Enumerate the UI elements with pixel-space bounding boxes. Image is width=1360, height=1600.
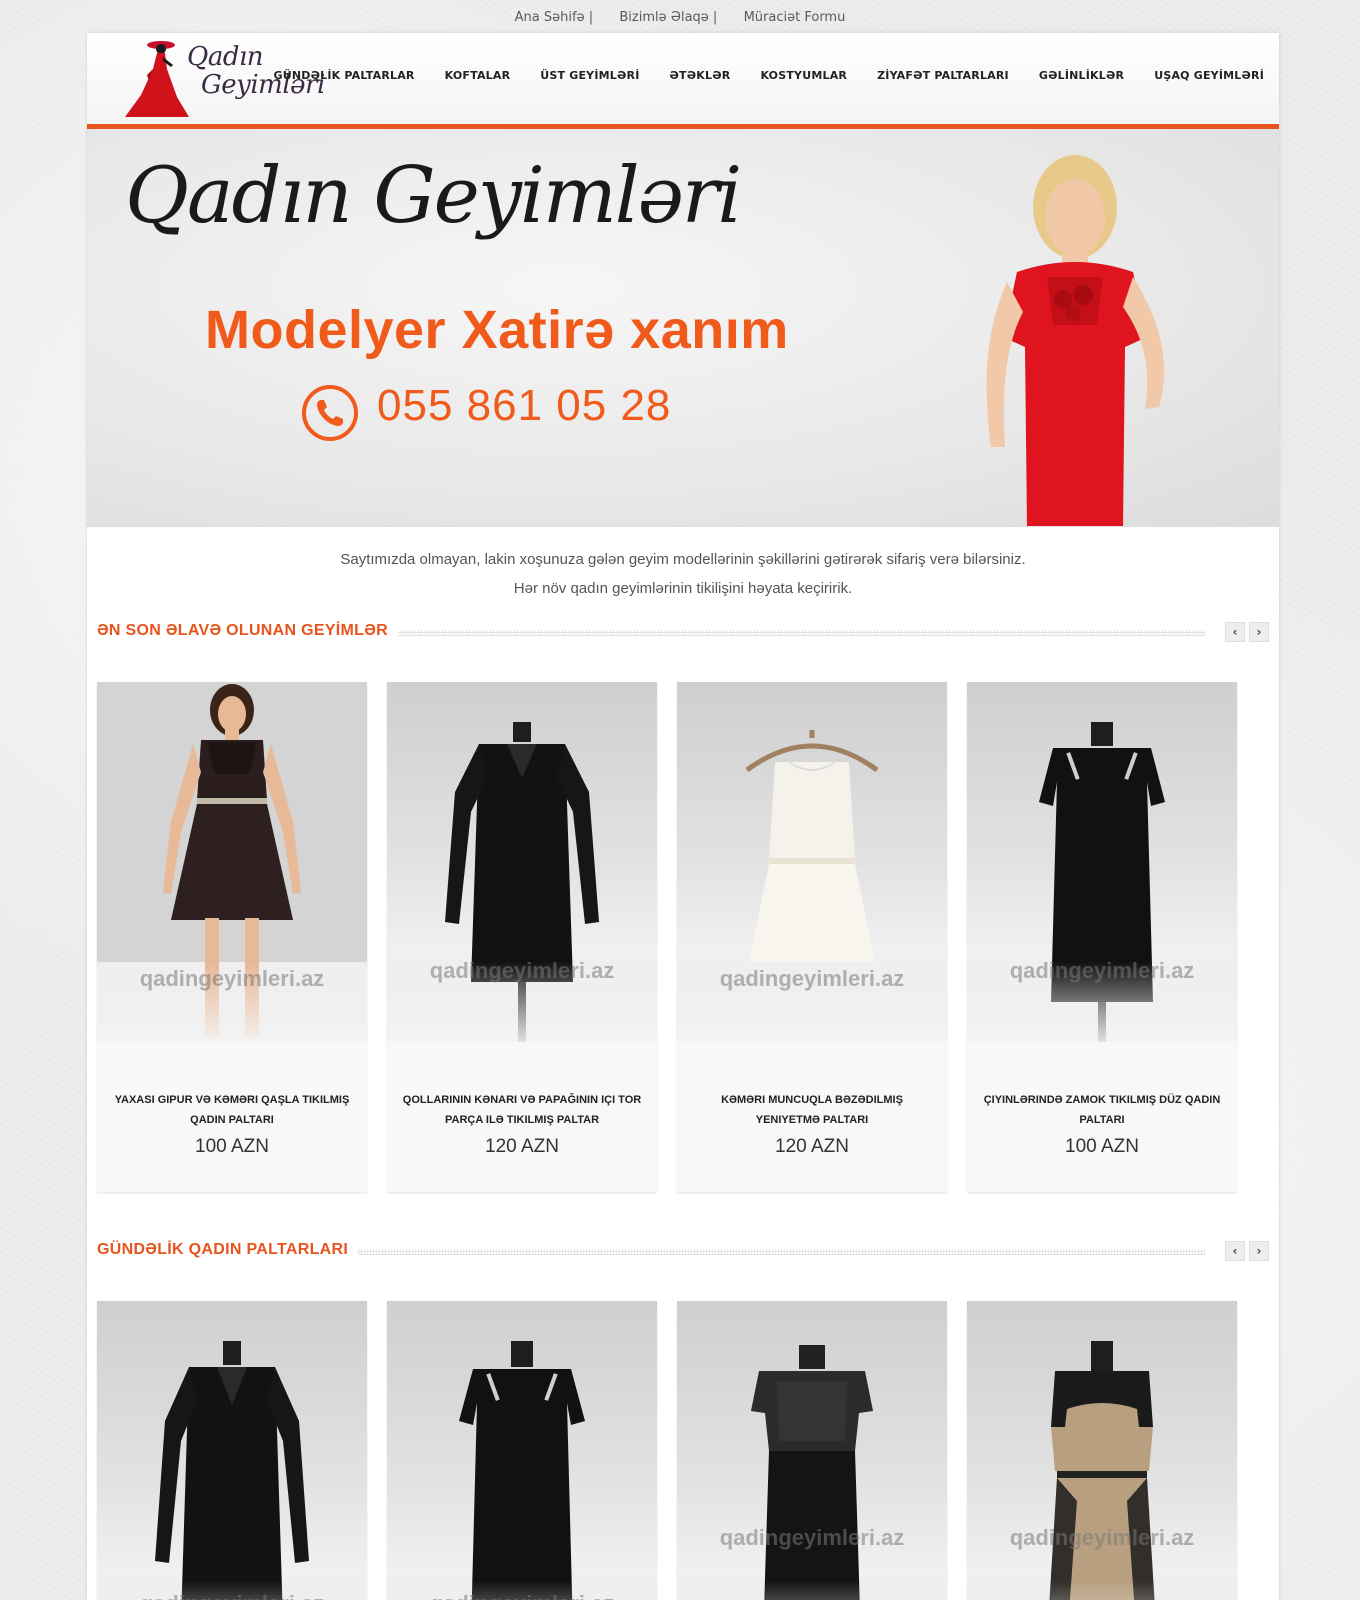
product-card[interactable]: qadingeyimleri.az <box>387 1301 657 1600</box>
product-image[interactable]: qadingeyimleri.az <box>967 682 1237 1042</box>
product-card[interactable]: qadingeyimleri.az <box>97 1301 367 1600</box>
section-header-daily: GÜNDƏLİK QADIN PALTARLARI ‹ › <box>97 1241 1269 1263</box>
product-grid-latest: qadingeyimleri.az YAXASI GIPUR VƏ KƏMƏRI… <box>97 682 1237 1192</box>
nav-item-outerwear[interactable]: ÜST GEYİMLƏRİ <box>525 69 654 89</box>
carousel-prev-button[interactable]: ‹ <box>1225 1241 1245 1261</box>
product-image[interactable]: qadingeyimleri.az <box>97 682 367 1042</box>
watermark: qadingeyimleri.az <box>139 966 325 991</box>
section-title: GÜNDƏLİK QADIN PALTARLARI <box>97 1241 359 1259</box>
carousel-next-button[interactable]: › <box>1249 622 1269 642</box>
application-form-link[interactable]: Müraciət Formu <box>744 10 846 25</box>
nav-item-suits[interactable]: KOSTYUMLAR <box>745 69 862 89</box>
banner-subtitle: Modelyer Xatirə xanım <box>205 300 789 360</box>
hero-banner[interactable]: Qadın Geyimləri Modelyer Xatirə xanım 05… <box>87 129 1279 527</box>
model-photo <box>986 155 1165 526</box>
product-image[interactable]: qadingeyimleri.az <box>387 1301 657 1600</box>
nav-item-skirts[interactable]: ƏTƏKLƏR <box>655 69 746 89</box>
product-image[interactable]: qadingeyimleri.az <box>967 1301 1237 1600</box>
product-image[interactable]: qadingeyimleri.az <box>677 682 947 1042</box>
product-price: 120 AZN <box>485 1136 559 1157</box>
product-card[interactable]: qadingeyimleri.az KƏMƏRI MUNCUQLA BƏZƏDI… <box>677 682 947 1192</box>
product-price: 100 AZN <box>1065 1136 1139 1157</box>
nav-item-kids-clothes[interactable]: UŞAQ GEYİMLƏRİ <box>1139 69 1279 89</box>
banner-phone: 055 861 05 28 <box>377 381 672 430</box>
carousel-prev-button[interactable]: ‹ <box>1225 622 1245 642</box>
section-header-latest: ƏN SON ƏLAVƏ OLUNAN GEYİMLƏR ‹ › <box>97 622 1269 644</box>
product-title[interactable]: QOLLARININ KƏNARI VƏ PAPAĞININ IÇI TOR P… <box>399 1090 645 1130</box>
product-title[interactable]: YAXASI GIPUR VƏ KƏMƏRI QAŞLA TIKILMIŞ QA… <box>109 1090 355 1130</box>
watermark: qadingeyimleri.az <box>97 1591 367 1600</box>
intro-text: Saytımızda olmayan, lakin xoşunuza gələn… <box>340 551 1026 597</box>
product-card[interactable]: qadingeyimleri.az <box>967 1301 1237 1600</box>
page-container: Qadın Geyimləri GÜNDƏLİK PALTARLAR KOFTA… <box>87 33 1279 1600</box>
product-price: 100 AZN <box>195 1136 269 1157</box>
contact-link[interactable]: Bizimlə Əlaqə | <box>619 10 717 25</box>
nav-item-evening-dresses[interactable]: ZİYAFƏT PALTARLARI <box>862 69 1024 89</box>
carousel-arrows: ‹ › <box>1225 622 1269 642</box>
watermark: qadingeyimleri.az <box>719 966 905 991</box>
product-card[interactable]: qadingeyimleri.az YAXASI GIPUR VƏ KƏMƏRI… <box>97 682 367 1192</box>
nav-item-daily-dresses[interactable]: GÜNDƏLİK PALTARLAR <box>259 69 430 89</box>
section-title: ƏN SON ƏLAVƏ OLUNAN GEYİMLƏR <box>97 622 399 640</box>
nav-item-blouses[interactable]: KOFTALAR <box>430 69 526 89</box>
main-nav: GÜNDƏLİK PALTARLAR KOFTALAR ÜST GEYİMLƏR… <box>259 69 1279 89</box>
product-card[interactable]: qadingeyimleri.az ÇIYINLƏRINDƏ ZAMOK TIK… <box>967 682 1237 1192</box>
watermark: qadingeyimleri.az <box>1009 958 1195 983</box>
product-card[interactable]: qadingeyimleri.az QOLLARININ KƏNARI VƏ P… <box>387 682 657 1192</box>
product-image[interactable]: qadingeyimleri.az <box>387 682 657 1042</box>
site-header: Qadın Geyimləri GÜNDƏLİK PALTARLAR KOFTA… <box>87 33 1279 129</box>
nav-item-wedding-dresses[interactable]: GƏLİNLİKLƏR <box>1024 69 1139 89</box>
phone-icon <box>302 385 358 441</box>
watermark: qadingeyimleri.az <box>429 958 615 983</box>
top-links: Ana Səhifə | Bizimlə Əlaqə | Müraciət Fo… <box>0 10 1360 25</box>
product-title[interactable]: KƏMƏRI MUNCUQLA BƏZƏDILMIŞ YENIYETMƏ PAL… <box>689 1090 935 1130</box>
product-card[interactable]: qadingeyimleri.az <box>677 1301 947 1600</box>
carousel-arrows: ‹ › <box>1225 1241 1269 1261</box>
carousel-next-button[interactable]: › <box>1249 1241 1269 1261</box>
home-link[interactable]: Ana Səhifə | <box>515 10 593 25</box>
product-image[interactable]: qadingeyimleri.az <box>677 1301 947 1600</box>
watermark: qadingeyimleri.az <box>719 1525 905 1550</box>
product-image[interactable]: qadingeyimleri.az <box>97 1301 367 1600</box>
product-title[interactable]: ÇIYINLƏRINDƏ ZAMOK TIKILMIŞ DÜZ QADIN PA… <box>979 1090 1225 1130</box>
product-grid-daily: qadingeyimleri.az qadingeyimleri.az <box>97 1301 1237 1600</box>
banner-title: Qadın Geyimləri <box>125 151 742 241</box>
watermark: qadingeyimleri.az <box>1009 1525 1195 1550</box>
product-price: 120 AZN <box>775 1136 849 1157</box>
watermark: qadingeyimleri.az <box>387 1591 657 1600</box>
